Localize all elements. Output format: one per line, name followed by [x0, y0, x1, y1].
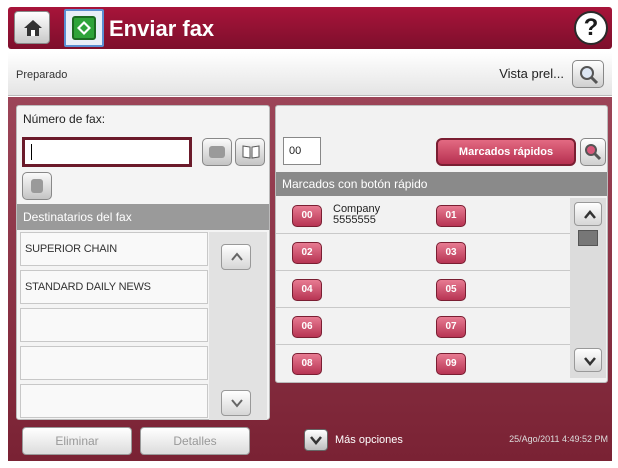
speed-dial-row: 04 05 — [276, 272, 570, 308]
main-area: Número de fax: Destinatarios del fax SUP… — [8, 97, 612, 461]
status-text: Preparado — [16, 69, 68, 81]
chevron-down-icon — [584, 357, 596, 366]
magnifier-icon — [585, 144, 602, 161]
speed-dial-row: 06 07 — [276, 309, 570, 345]
speed-dial-code-button[interactable]: 01 — [436, 205, 466, 227]
speed-dials-button[interactable]: Marcados rápidos — [436, 138, 576, 166]
recipient-item[interactable] — [20, 346, 208, 380]
speed-dial-search-button[interactable] — [580, 138, 606, 166]
fax-number-panel: Número de fax: Destinatarios del fax SUP… — [16, 105, 270, 420]
recipient-item[interactable] — [20, 308, 208, 342]
speed-dial-code-button[interactable]: 00 — [292, 205, 322, 227]
help-button[interactable]: ? — [574, 11, 608, 45]
speed-dial-row: 02 03 — [276, 235, 570, 271]
fax-number-input[interactable] — [22, 137, 192, 167]
recipient-item[interactable] — [20, 384, 208, 418]
fax-number-label: Número de fax: — [23, 112, 106, 126]
phone-icon — [31, 179, 43, 193]
scroll-thumb[interactable] — [578, 230, 598, 246]
add-recipient-button[interactable] — [22, 172, 52, 200]
speed-dial-code-button[interactable]: 08 — [292, 353, 322, 375]
speed-dial-code-button[interactable]: 06 — [292, 316, 322, 338]
recipients-scrollbar[interactable] — [209, 232, 267, 420]
home-button[interactable] — [14, 11, 50, 44]
speed-dial-header: Marcados con botón rápido — [276, 172, 607, 196]
title-bar: Enviar fax ? — [8, 7, 612, 49]
speed-dial-code-input[interactable]: 00 — [283, 137, 321, 165]
speed-dial-row: 08 09 — [276, 346, 570, 382]
preview-button[interactable] — [572, 60, 604, 88]
scroll-down-button[interactable] — [221, 390, 251, 416]
page-title: Enviar fax — [109, 16, 215, 41]
speed-dial-code-button[interactable]: 03 — [436, 242, 466, 264]
recipients-header: Destinatarios del fax — [17, 204, 269, 230]
clear-button[interactable] — [202, 138, 232, 166]
chevron-up-icon — [231, 252, 243, 261]
scroll-up-button[interactable] — [221, 244, 251, 270]
more-options-button[interactable] — [304, 429, 328, 451]
magnifier-icon — [580, 66, 599, 85]
speed-dial-panel: 00 Marcados rápidos Marcados con botón r… — [275, 105, 608, 383]
recipient-item[interactable]: STANDARD DAILY NEWS — [20, 270, 208, 304]
recipient-item[interactable]: SUPERIOR CHAIN — [20, 232, 208, 266]
send-icon — [77, 21, 91, 35]
fax-app-icon — [64, 9, 104, 47]
speed-dial-row: 00 Company 5555555 01 — [276, 198, 570, 234]
status-bar: Preparado Vista prel... — [8, 52, 612, 96]
speed-dial-code-button[interactable]: 09 — [436, 353, 466, 375]
scroll-up-button[interactable] — [574, 202, 602, 226]
chevron-down-icon — [231, 399, 243, 408]
clear-icon — [209, 146, 225, 158]
scroll-down-button[interactable] — [574, 348, 602, 372]
home-icon — [24, 20, 42, 36]
delete-button[interactable]: Eliminar — [22, 427, 132, 455]
speed-dial-entry-name: Company 5555555 — [333, 203, 381, 226]
speed-dial-code-button[interactable]: 07 — [436, 316, 466, 338]
address-book-icon — [242, 145, 260, 159]
address-book-button[interactable] — [235, 138, 265, 166]
speed-dial-code-button[interactable]: 02 — [292, 242, 322, 264]
speed-dial-code-button[interactable]: 04 — [292, 279, 322, 301]
preview-label: Vista prel... — [499, 66, 564, 81]
chevron-up-icon — [584, 210, 596, 219]
chevron-down-icon — [310, 436, 322, 445]
details-button[interactable]: Detalles — [140, 427, 250, 455]
text-caret — [31, 144, 32, 160]
timestamp: 25/Ago/2011 4:49:52 PM — [509, 434, 608, 444]
speed-dial-scrollbar[interactable] — [570, 198, 606, 378]
speed-dial-code-button[interactable]: 05 — [436, 279, 466, 301]
more-options-label[interactable]: Más opciones — [335, 434, 403, 446]
